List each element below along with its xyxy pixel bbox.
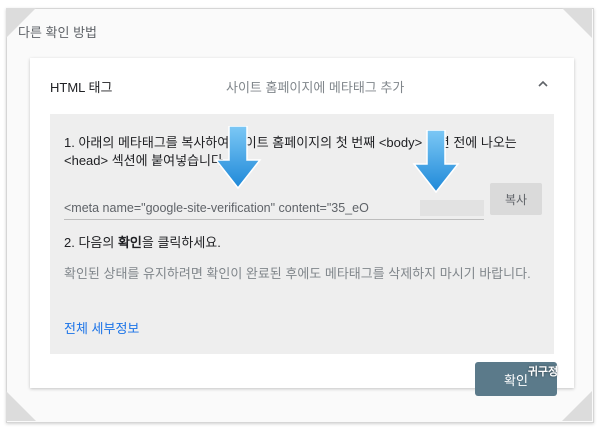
section-title: 다른 확인 방법: [18, 25, 97, 40]
method-header[interactable]: HTML 태그 사이트 홈페이지에 메타태그 추가: [30, 58, 574, 112]
step-2-text: 2. 다음의 확인을 클릭하세요.: [64, 232, 221, 251]
down-arrow-icon: [214, 126, 262, 190]
full-details-link[interactable]: 전체 세부정보: [64, 318, 139, 337]
corner-decoration: [562, 391, 592, 421]
copy-button[interactable]: 복사: [490, 183, 542, 215]
step-1-text: 1. 아래의 메타태그를 복사하여 사이트 홈페이지의 첫 번째 <body> …: [64, 135, 517, 168]
step-2-suffix: 을 클릭하세요.: [141, 235, 221, 250]
redacted-area: [420, 200, 484, 216]
corner-decoration: [6, 391, 36, 421]
method-label: HTML 태그: [50, 80, 113, 95]
step-2-prefix: 2. 다음의: [64, 235, 118, 250]
method-description: 사이트 홈페이지에 메타태그 추가: [226, 80, 405, 95]
keep-tag-note: 확인된 상태를 유지하려면 확인이 완료된 후에도 메타태그를 삭제하지 마시기…: [64, 266, 531, 281]
corner-decoration: [562, 8, 592, 38]
down-arrow-icon: [412, 130, 460, 194]
step-2-bold: 확인: [117, 235, 142, 250]
chevron-up-icon[interactable]: [538, 80, 548, 87]
instructions-panel: 1. 아래의 메타태그를 복사하여 사이트 홈페이지의 첫 번째 <body> …: [50, 114, 554, 354]
verification-method-card: HTML 태그 사이트 홈페이지에 메타태그 추가 1. 아래의 메타태그를 복…: [30, 58, 574, 388]
confirm-button[interactable]: 확인: [475, 362, 557, 396]
